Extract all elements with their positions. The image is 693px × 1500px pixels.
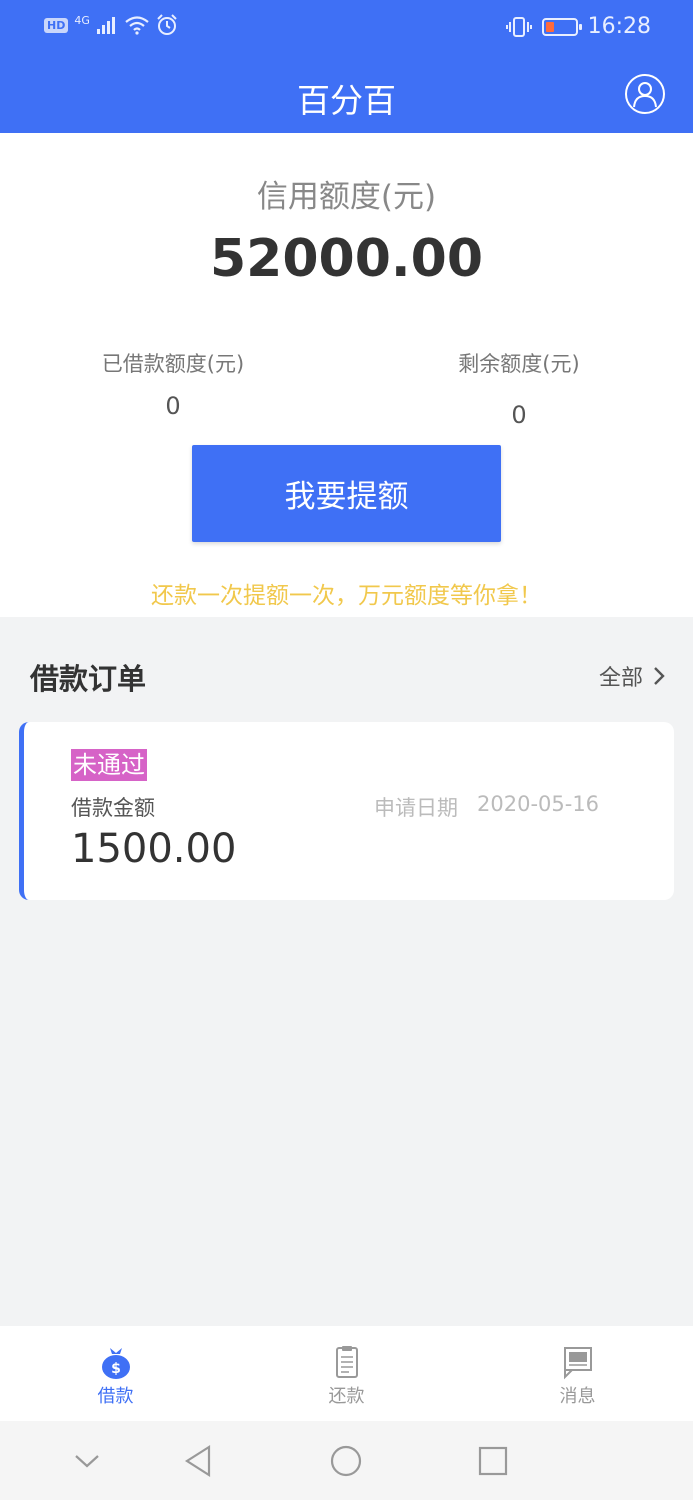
home-circle-icon (330, 1445, 362, 1477)
hd-badge: HD (44, 17, 69, 33)
credit-limit-label: 信用额度(元) (256, 179, 437, 215)
chevron-down-icon (75, 1455, 99, 1468)
loan-amount-label: 借款金额 (71, 796, 155, 820)
profile-button[interactable] (625, 74, 665, 114)
alarm-icon (157, 14, 177, 35)
bottom-tab-bar: $ 借款 还款 消息 (0, 1326, 693, 1421)
system-nav-bar (0, 1421, 693, 1500)
money-bag-icon: $ (101, 1348, 130, 1379)
recents-square-icon (478, 1446, 508, 1476)
message-icon (563, 1347, 592, 1380)
vibrate-icon (505, 16, 532, 37)
battery-icon (541, 17, 582, 36)
promo-text: 还款一次提额一次，万元额度等你拿！ (151, 583, 542, 609)
apply-date-value: 2020-05-16 (477, 792, 600, 816)
tab-repay[interactable]: 还款 (231, 1326, 462, 1421)
borrowed-limit-label: 已借款额度(元) (101, 352, 245, 376)
signal-icon (96, 17, 115, 34)
battery-level (545, 21, 554, 32)
orders-section-title: 借款订单 (30, 662, 147, 696)
borrowed-limit-value: 0 (165, 392, 181, 420)
credit-summary: 信用额度(元) 52000.00 已借款额度(元) 0 剩余额度(元) 0 我要… (0, 133, 693, 617)
remaining-limit-value: 0 (511, 401, 527, 429)
loan-amount-value: 1500.00 (71, 826, 237, 872)
view-all-label: 全部 (598, 666, 643, 691)
back-button[interactable] (178, 1441, 218, 1481)
remaining-limit-label: 剩余额度(元) (458, 352, 580, 376)
user-icon (633, 82, 657, 108)
recents-button[interactable] (473, 1441, 513, 1481)
view-all-orders-link[interactable]: 全部 (599, 660, 665, 692)
status-bar: HD 4G 16:28 (0, 0, 693, 58)
status-time: 16:28 (587, 14, 651, 39)
back-triangle-icon (184, 1444, 211, 1478)
apply-date-label: 申请日期 (374, 796, 458, 820)
tab-label: 还款 (328, 1386, 365, 1407)
network-type-label: 4G (74, 14, 90, 27)
raise-limit-button[interactable]: 我要提额 (192, 445, 501, 542)
tab-label: 借款 (97, 1386, 134, 1407)
order-card[interactable]: 未通过 借款金额 1500.00 申请日期 2020-05-16 (19, 722, 674, 900)
chevron-right-icon (654, 667, 665, 685)
app-header: HD 4G 16:28 百分百 (0, 0, 693, 133)
tab-label: 消息 (559, 1386, 596, 1407)
tab-messages[interactable]: 消息 (462, 1326, 693, 1421)
home-button[interactable] (326, 1441, 366, 1481)
status-badge: 未通过 (71, 749, 147, 781)
hide-nav-button[interactable] (67, 1441, 107, 1481)
status-bar-right: 16:28 (505, 14, 651, 39)
credit-limit-value: 52000.00 (209, 229, 484, 289)
status-bar-left: HD 4G (44, 14, 178, 36)
wifi-icon (125, 16, 149, 35)
tab-borrow[interactable]: $ 借款 (0, 1326, 231, 1421)
clipboard-icon (335, 1346, 358, 1378)
svg-text:$: $ (111, 1361, 121, 1377)
page-title: 百分百 (297, 81, 396, 120)
